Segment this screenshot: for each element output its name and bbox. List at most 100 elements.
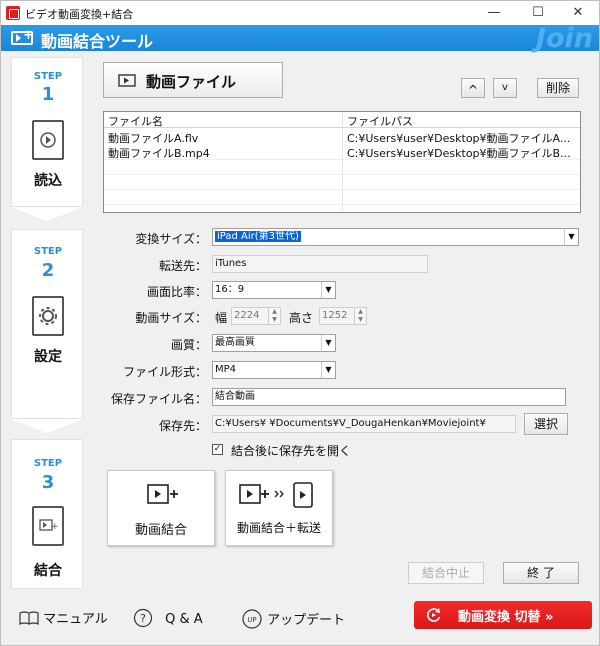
row-line (104, 189, 580, 190)
quality-value: 最高画質 (215, 337, 255, 348)
save-dir-field: C:¥Users¥ ¥Documents¥V_DougaHenkan¥Movie… (212, 415, 516, 433)
table-row-path[interactable]: C:¥Users¥user¥Desktop¥動画ファイルA... (347, 130, 579, 146)
step-1: STEP 1 読込 (11, 57, 83, 207)
select-folder-button[interactable]: 選択 (524, 413, 568, 435)
video-file-label: 動画ファイル (146, 73, 237, 91)
play-document-icon (32, 120, 64, 160)
aspect-value: 16：9 (215, 284, 245, 295)
update-icon: UP (242, 609, 262, 629)
header-banner: 動画結合ツール Join (1, 23, 599, 54)
video-add-icon (147, 484, 178, 504)
chevron-down-icon[interactable]: ▼ (321, 335, 335, 351)
video-transfer-icon (239, 482, 313, 508)
join-transfer-label: 動画結合＋転送 (236, 521, 321, 535)
step-3-number: 3 (41, 472, 55, 493)
join-button[interactable]: 動画結合 (107, 470, 215, 546)
update-link[interactable]: UP アップデート (241, 608, 345, 630)
maximize-button[interactable]: ☐ (517, 1, 559, 25)
delete-button[interactable]: 削除 (537, 78, 579, 98)
title-bar: ビデオ動画変換+結合 — ☐ ✕ (1, 1, 599, 25)
file-list[interactable]: ファイル名 ファイルパス 動画ファイルA.flv C:¥Users¥user¥D… (103, 111, 581, 213)
join-label: 動画結合 (134, 523, 187, 538)
minimize-button[interactable]: — (473, 1, 515, 25)
row-line (104, 174, 580, 175)
step-2-number: 2 (41, 260, 55, 281)
column-header-path[interactable]: ファイルパス (347, 113, 413, 129)
svg-text:?: ? (140, 612, 146, 625)
step-3-text: 結合 (34, 563, 62, 579)
convert-size-label: 変換サイズ： (135, 232, 207, 246)
format-select[interactable]: MP4 ▼ (212, 361, 336, 379)
move-down-button[interactable]: v (493, 78, 517, 98)
video-file-button[interactable]: 動画ファイル (103, 62, 283, 98)
table-row-name[interactable]: 動画ファイルA.flv (108, 130, 338, 146)
video-add-icon (11, 28, 34, 45)
destination-field: iTunes (212, 255, 428, 273)
app-window: ビデオ動画変換+結合 — ☐ ✕ 動画結合ツール Join STEP 1 読込 … (0, 0, 600, 646)
format-value: MP4 (215, 364, 237, 375)
chevron-down-icon[interactable]: ▼ (564, 229, 578, 245)
step-2-label: STEP (33, 246, 63, 257)
qa-link[interactable]: ? Q & A (133, 608, 203, 628)
chevron-down-icon[interactable]: ▼ (321, 282, 335, 298)
table-row-name[interactable]: 動画ファイルB.mp4 (108, 145, 338, 161)
move-up-button[interactable]: ^ (461, 78, 485, 98)
update-label: アップデート (267, 613, 346, 628)
save-dir-label: 保存先： (158, 419, 207, 433)
aspect-label: 画面比率： (146, 285, 207, 299)
height-stepper[interactable]: 1252 ▲ ▼ (319, 307, 367, 325)
refresh-icon (427, 608, 441, 622)
join-logo: Join (535, 23, 593, 54)
step-1-number: 1 (41, 84, 55, 105)
app-icon (6, 6, 20, 20)
save-name-input[interactable]: 結合動画 (212, 388, 566, 406)
width-label: 幅 (215, 311, 228, 325)
video-size-label: 動画サイズ： (135, 311, 207, 325)
convert-size-value: iPad Air(第3世代) (215, 231, 301, 242)
aspect-select[interactable]: 16：9 ▼ (212, 281, 336, 299)
switch-label: 動画変換 切替 » (458, 610, 554, 625)
table-row-path[interactable]: C:¥Users¥user¥Desktop¥動画ファイルB... (347, 145, 579, 161)
spinner-arrows-icon[interactable]: ▲ ▼ (354, 308, 366, 324)
column-separator (342, 112, 343, 212)
column-header-name[interactable]: ファイル名 (108, 113, 163, 129)
height-value: 1252 (322, 310, 348, 321)
spinner-arrows-icon[interactable]: ▲ ▼ (268, 308, 280, 324)
step-1-label: STEP (33, 71, 63, 82)
step-3-label: STEP (33, 458, 63, 469)
gear-document-icon (32, 296, 64, 336)
width-value: 2224 (234, 310, 260, 321)
close-button[interactable]: ✕ (557, 1, 599, 25)
height-label: 高さ (289, 311, 314, 325)
join-document-icon: + (32, 506, 64, 546)
qa-label: Q & A (165, 612, 203, 627)
book-icon (19, 611, 39, 625)
step-2: STEP 2 設定 (11, 229, 83, 419)
chevron-down-icon[interactable]: ▼ (321, 362, 335, 378)
exit-button[interactable]: 終 了 (503, 562, 579, 584)
question-icon: ? (133, 608, 153, 628)
convert-size-select[interactable]: iPad Air(第3世代) ▼ (212, 228, 579, 246)
width-stepper[interactable]: 2224 ▲ ▼ (231, 307, 281, 325)
manual-label: マニュアル (43, 612, 108, 627)
quality-select[interactable]: 最高画質 ▼ (212, 334, 336, 352)
row-line (104, 204, 580, 205)
step-sidebar: STEP 1 読込 STEP 2 設定 STEP 3 + 結合 (11, 57, 83, 589)
window-title: ビデオ動画変換+結合 (25, 8, 134, 21)
banner-title: 動画結合ツール (41, 32, 154, 51)
open-after-label[interactable]: 結合後に保存先を開く (231, 442, 351, 459)
step-divider (11, 419, 83, 433)
manual-link[interactable]: マニュアル (19, 608, 108, 627)
stop-join-button[interactable]: 結合中止 (408, 562, 484, 584)
destination-label: 転送先： (158, 259, 207, 273)
step-3: STEP 3 + 結合 (11, 439, 83, 589)
video-icon (118, 74, 136, 87)
step-divider (11, 207, 83, 221)
open-after-checkbox[interactable]: ✓ (212, 444, 223, 455)
switch-to-convert-button[interactable]: 動画変換 切替 » (414, 601, 592, 629)
step-2-text: 設定 (34, 349, 62, 365)
step-1-text: 読込 (34, 173, 62, 189)
svg-text:+: + (51, 522, 59, 532)
save-name-label: 保存ファイル名： (110, 392, 207, 406)
join-transfer-button[interactable]: 動画結合＋転送 (225, 470, 333, 546)
